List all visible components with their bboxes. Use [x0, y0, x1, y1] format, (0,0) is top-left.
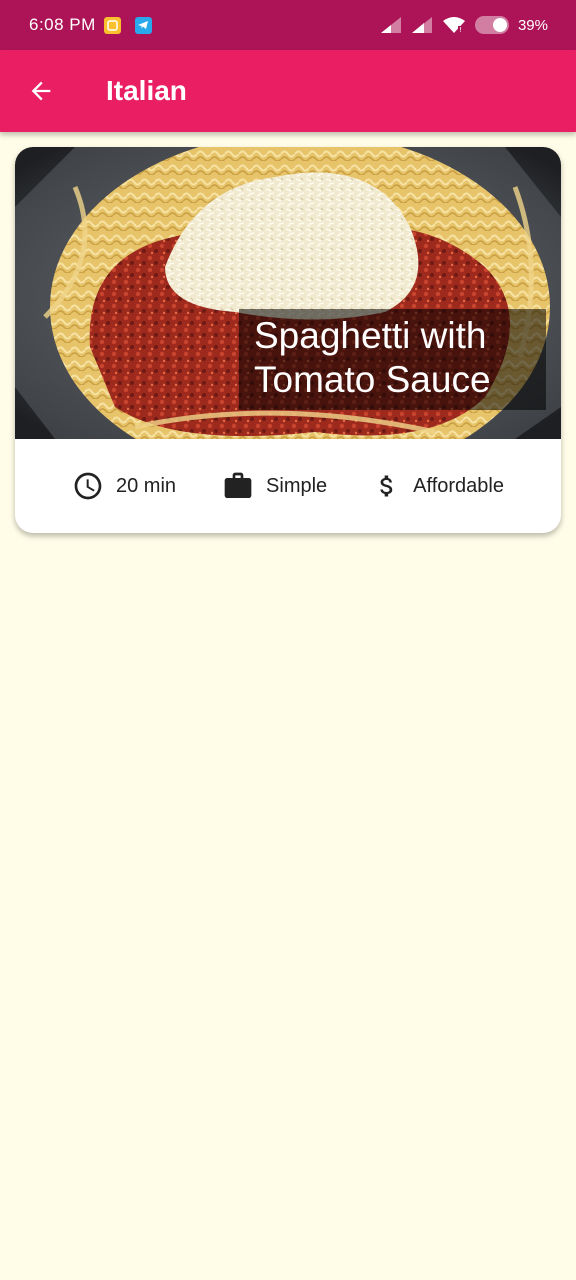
- complexity-label: Simple: [266, 474, 328, 497]
- meal-info-row: 20 min Simple Affordable: [15, 439, 561, 533]
- briefcase-icon: [224, 472, 252, 498]
- notification-app-icon: [103, 16, 121, 34]
- status-time: 6:08 PM: [29, 15, 96, 34]
- meal-affordability: Affordable: [373, 470, 504, 502]
- svg-text:!: !: [459, 26, 462, 34]
- duration-label: 20 min: [116, 474, 177, 497]
- meal-duration: 20 min: [72, 470, 176, 502]
- meal-card[interactable]: Spaghetti with Tomato Sauce 20 min Simpl…: [15, 147, 561, 533]
- meal-image: Spaghetti with Tomato Sauce: [15, 147, 561, 439]
- status-bar: 6:08 PM ! 39%: [0, 0, 576, 50]
- arrow-back-icon: [31, 81, 51, 101]
- affordability-label: Affordable: [413, 474, 504, 497]
- signal-icon: [380, 17, 401, 33]
- app-bar: Italian: [0, 50, 576, 132]
- battery-toggle-icon: [474, 16, 509, 34]
- status-right: ! 39%: [380, 16, 548, 34]
- back-button[interactable]: [17, 67, 65, 115]
- status-left: 6:08 PM: [29, 15, 152, 35]
- telegram-icon: [134, 16, 152, 34]
- clock-icon: [74, 472, 102, 500]
- meal-title: Spaghetti with Tomato Sauce: [239, 309, 546, 410]
- meal-complexity: Simple: [222, 470, 327, 502]
- page-title: Italian: [106, 75, 187, 106]
- dollar-icon: [380, 475, 393, 497]
- wifi-icon: !: [442, 17, 465, 34]
- battery-level: 39%: [517, 16, 548, 34]
- signal-icon: [411, 17, 432, 33]
